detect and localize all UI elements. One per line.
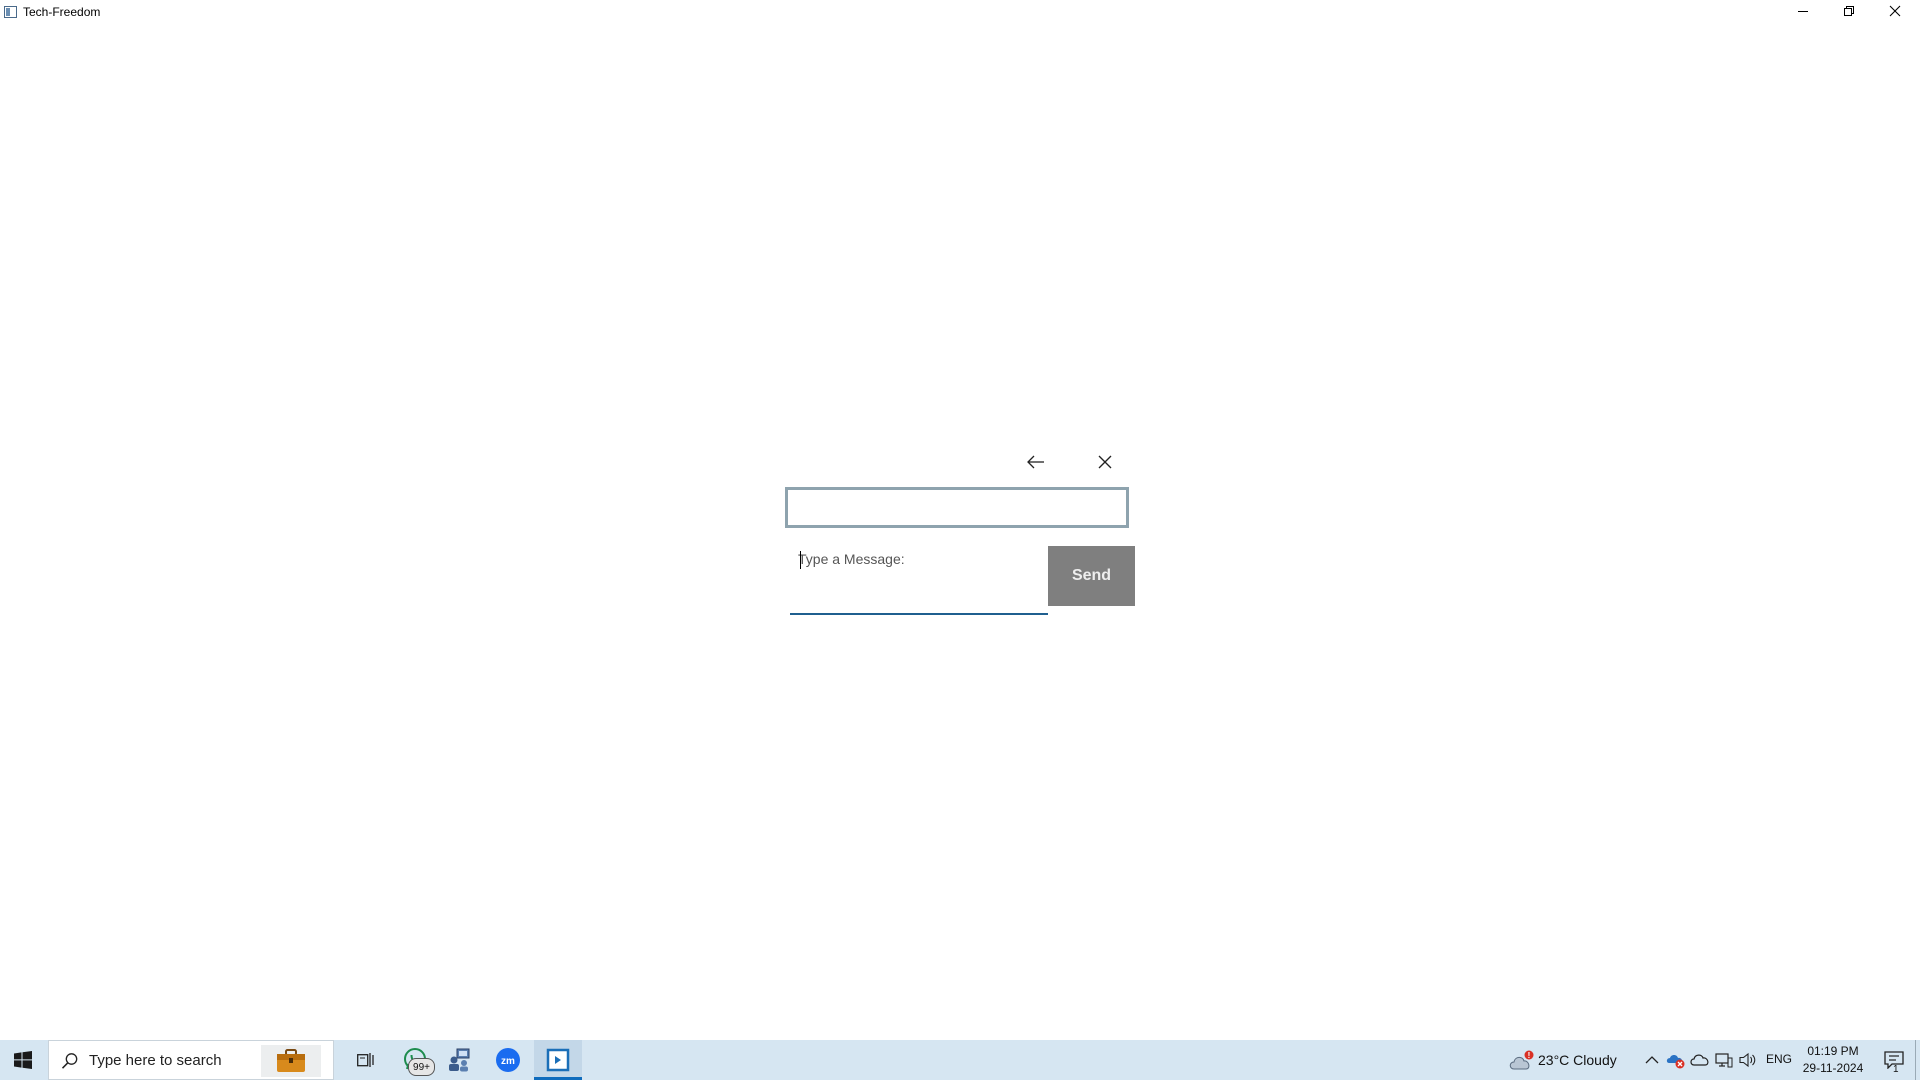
network-people-icon xyxy=(449,1048,470,1072)
task-view-icon xyxy=(357,1053,374,1067)
clock-time: 01:19 PM xyxy=(1807,1044,1859,1058)
onedrive-error-icon xyxy=(1666,1055,1685,1069)
zoom-taskbar-button[interactable]: zm xyxy=(488,1040,528,1080)
network-icon xyxy=(1715,1053,1733,1068)
arrow-left-icon xyxy=(1027,455,1044,469)
window-title: Tech-Freedom xyxy=(23,5,101,19)
window-title-bar: Tech-Freedom xyxy=(0,0,1920,24)
volume-tray[interactable] xyxy=(1738,1050,1758,1070)
close-icon xyxy=(1098,455,1112,469)
notification-count: 1 xyxy=(1893,1064,1899,1075)
app-icon xyxy=(4,5,17,18)
close-icon xyxy=(1889,5,1901,17)
chevron-up-icon xyxy=(1645,1056,1659,1064)
cloud-tray[interactable] xyxy=(1690,1050,1710,1070)
clock-date: 29-11-2024 xyxy=(1802,1061,1864,1075)
app-window-icon xyxy=(546,1048,570,1072)
tech-freedom-taskbar-button[interactable] xyxy=(534,1040,582,1080)
zoom-icon: zm xyxy=(496,1048,520,1072)
weather-alert-mark: ! xyxy=(1528,1051,1531,1060)
recipient-field[interactable] xyxy=(785,487,1129,528)
weather-widget[interactable]: ! 23°C Cloudy xyxy=(1504,1040,1630,1080)
search-placeholder: Type here to search xyxy=(89,1052,222,1069)
whatsapp-unread-badge: 99+ xyxy=(408,1058,435,1076)
taskbar: Type here to search zm xyxy=(0,1040,1920,1080)
network-people-button[interactable] xyxy=(440,1040,480,1080)
taskbar-search[interactable]: Type here to search xyxy=(48,1040,334,1080)
briefcase-icon xyxy=(277,1049,305,1072)
message-input[interactable] xyxy=(790,541,1048,613)
cloud-weather-icon: ! xyxy=(1508,1050,1536,1077)
restore-button[interactable] xyxy=(1826,0,1872,22)
minimize-button[interactable] xyxy=(1780,0,1826,22)
send-button[interactable]: Send xyxy=(1048,546,1135,606)
svg-text:zm: zm xyxy=(501,1056,515,1067)
search-icon xyxy=(61,1052,79,1070)
back-button[interactable] xyxy=(1021,450,1051,474)
onedrive-error-tray[interactable] xyxy=(1666,1050,1686,1070)
network-tray[interactable] xyxy=(1714,1050,1734,1070)
input-language[interactable]: ENG xyxy=(1766,1052,1792,1066)
close-window-button[interactable] xyxy=(1872,0,1918,22)
start-icon xyxy=(14,1051,32,1069)
task-view-button[interactable] xyxy=(346,1040,386,1080)
show-desktop-button[interactable] xyxy=(1915,1040,1920,1080)
cloud-icon xyxy=(1690,1054,1709,1066)
volume-icon xyxy=(1739,1052,1756,1068)
message-input-container[interactable] xyxy=(790,541,1048,615)
text-caret xyxy=(800,551,801,569)
taskbar-clock[interactable]: 01:19 PM 29-11-2024 xyxy=(1797,1043,1869,1077)
dialog-close-button[interactable] xyxy=(1090,450,1120,474)
minimize-icon xyxy=(1798,11,1808,12)
weather-text: 23°C Cloudy xyxy=(1538,1052,1617,1068)
show-hidden-icons-button[interactable] xyxy=(1642,1050,1662,1070)
start-button[interactable] xyxy=(0,1040,46,1080)
restore-icon xyxy=(1844,6,1854,16)
search-highlight-briefcase[interactable] xyxy=(261,1045,321,1077)
